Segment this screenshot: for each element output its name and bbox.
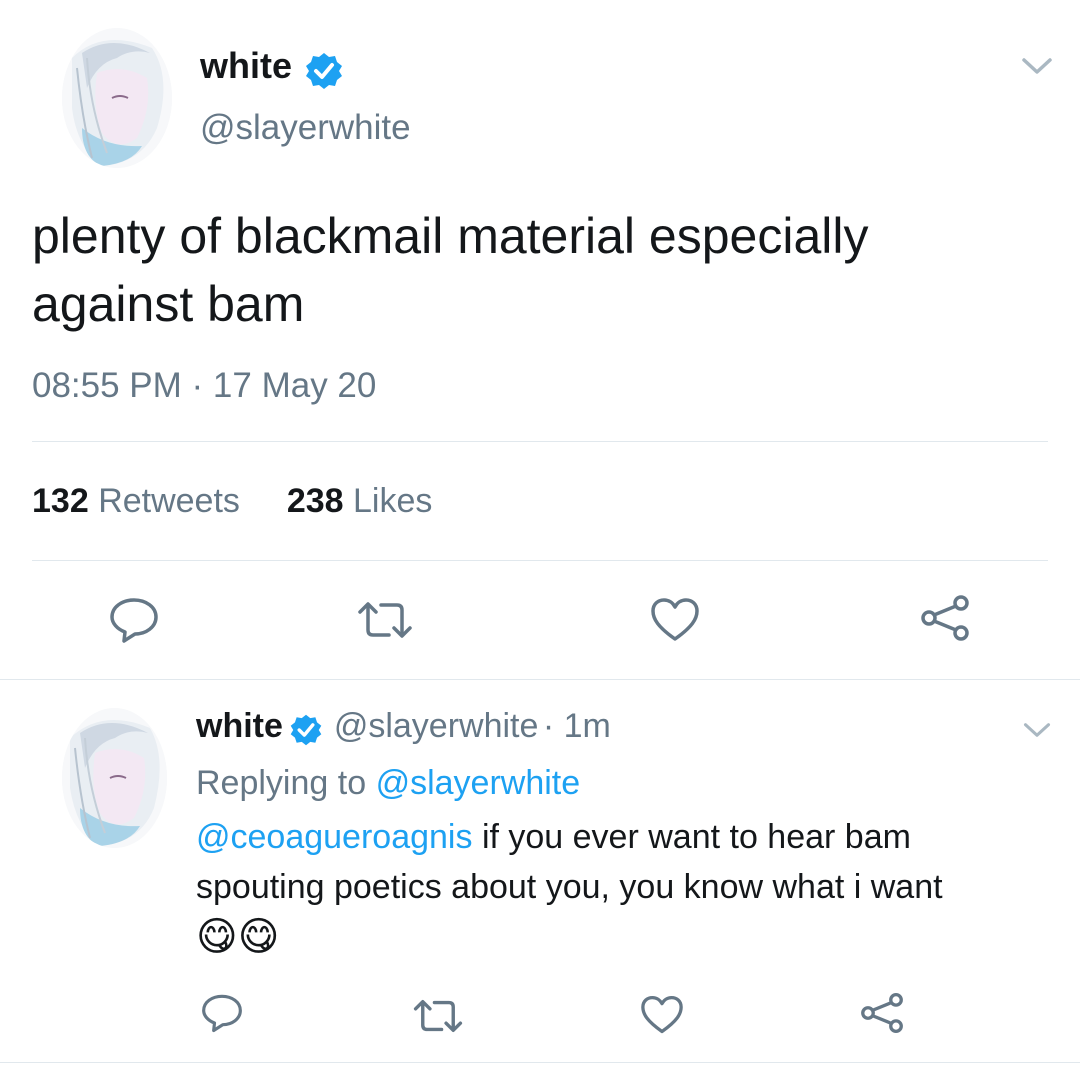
verified-badge-icon — [304, 51, 344, 96]
engagement-stats: 132 Retweets 238 Likes — [32, 482, 432, 521]
like-label: Likes — [353, 482, 433, 520]
display-name[interactable]: white — [196, 707, 283, 745]
handle[interactable]: @slayerwhite — [334, 707, 539, 745]
like-count: 238 — [286, 482, 344, 520]
reply-icon[interactable] — [108, 596, 160, 644]
reply-text: if you ever want to hear bam — [481, 818, 911, 856]
tweet-separator — [0, 679, 1080, 680]
reply-text-line: spouting poetics about you, you know wha… — [196, 868, 943, 906]
heart-icon[interactable] — [640, 995, 684, 1035]
chevron-down-icon[interactable] — [1020, 55, 1054, 77]
retweet-icon[interactable] — [412, 998, 464, 1034]
tweet-text-line: against bam — [32, 276, 305, 332]
tweet-text-line: plenty of blackmail material especially — [32, 208, 869, 264]
divider — [32, 560, 1048, 561]
emoji-text: 😋😋 — [196, 915, 280, 959]
heart-icon[interactable] — [650, 597, 700, 643]
time-ago[interactable]: · 1m — [543, 707, 611, 745]
share-icon[interactable] — [860, 992, 904, 1034]
replying-handle-link[interactable]: @slayerwhite — [376, 764, 581, 802]
chevron-down-icon[interactable] — [1022, 720, 1056, 742]
retweet-icon[interactable] — [356, 600, 414, 640]
tweet-separator — [0, 1062, 1080, 1063]
verified-badge-icon — [289, 713, 323, 752]
avatar[interactable] — [62, 28, 172, 168]
reply-icon[interactable] — [200, 993, 244, 1033]
share-icon[interactable] — [920, 594, 970, 642]
display-name[interactable]: white — [200, 45, 292, 86]
mention-link[interactable]: @ceoagueroagnis — [196, 818, 472, 856]
reply-text-line: @ceoagueroagnis if you ever want to hear… — [196, 812, 911, 862]
likes-stat[interactable]: 238 Likes — [287, 482, 433, 520]
reply-author-row: white @slayerwhite · 1m — [196, 707, 611, 752]
timestamp[interactable]: 08:55 PM · 17 May 20 — [32, 366, 376, 406]
retweet-label: Retweets — [98, 482, 240, 520]
retweet-count: 132 — [32, 482, 89, 520]
replying-prefix: Replying to — [196, 764, 367, 802]
replying-to: Replying to @slayerwhite — [196, 764, 580, 803]
author-row: white — [200, 45, 344, 91]
avatar[interactable] — [62, 708, 167, 848]
handle[interactable]: @slayerwhite — [200, 108, 411, 148]
retweets-stat[interactable]: 132 Retweets — [32, 482, 240, 520]
divider — [32, 441, 1048, 442]
